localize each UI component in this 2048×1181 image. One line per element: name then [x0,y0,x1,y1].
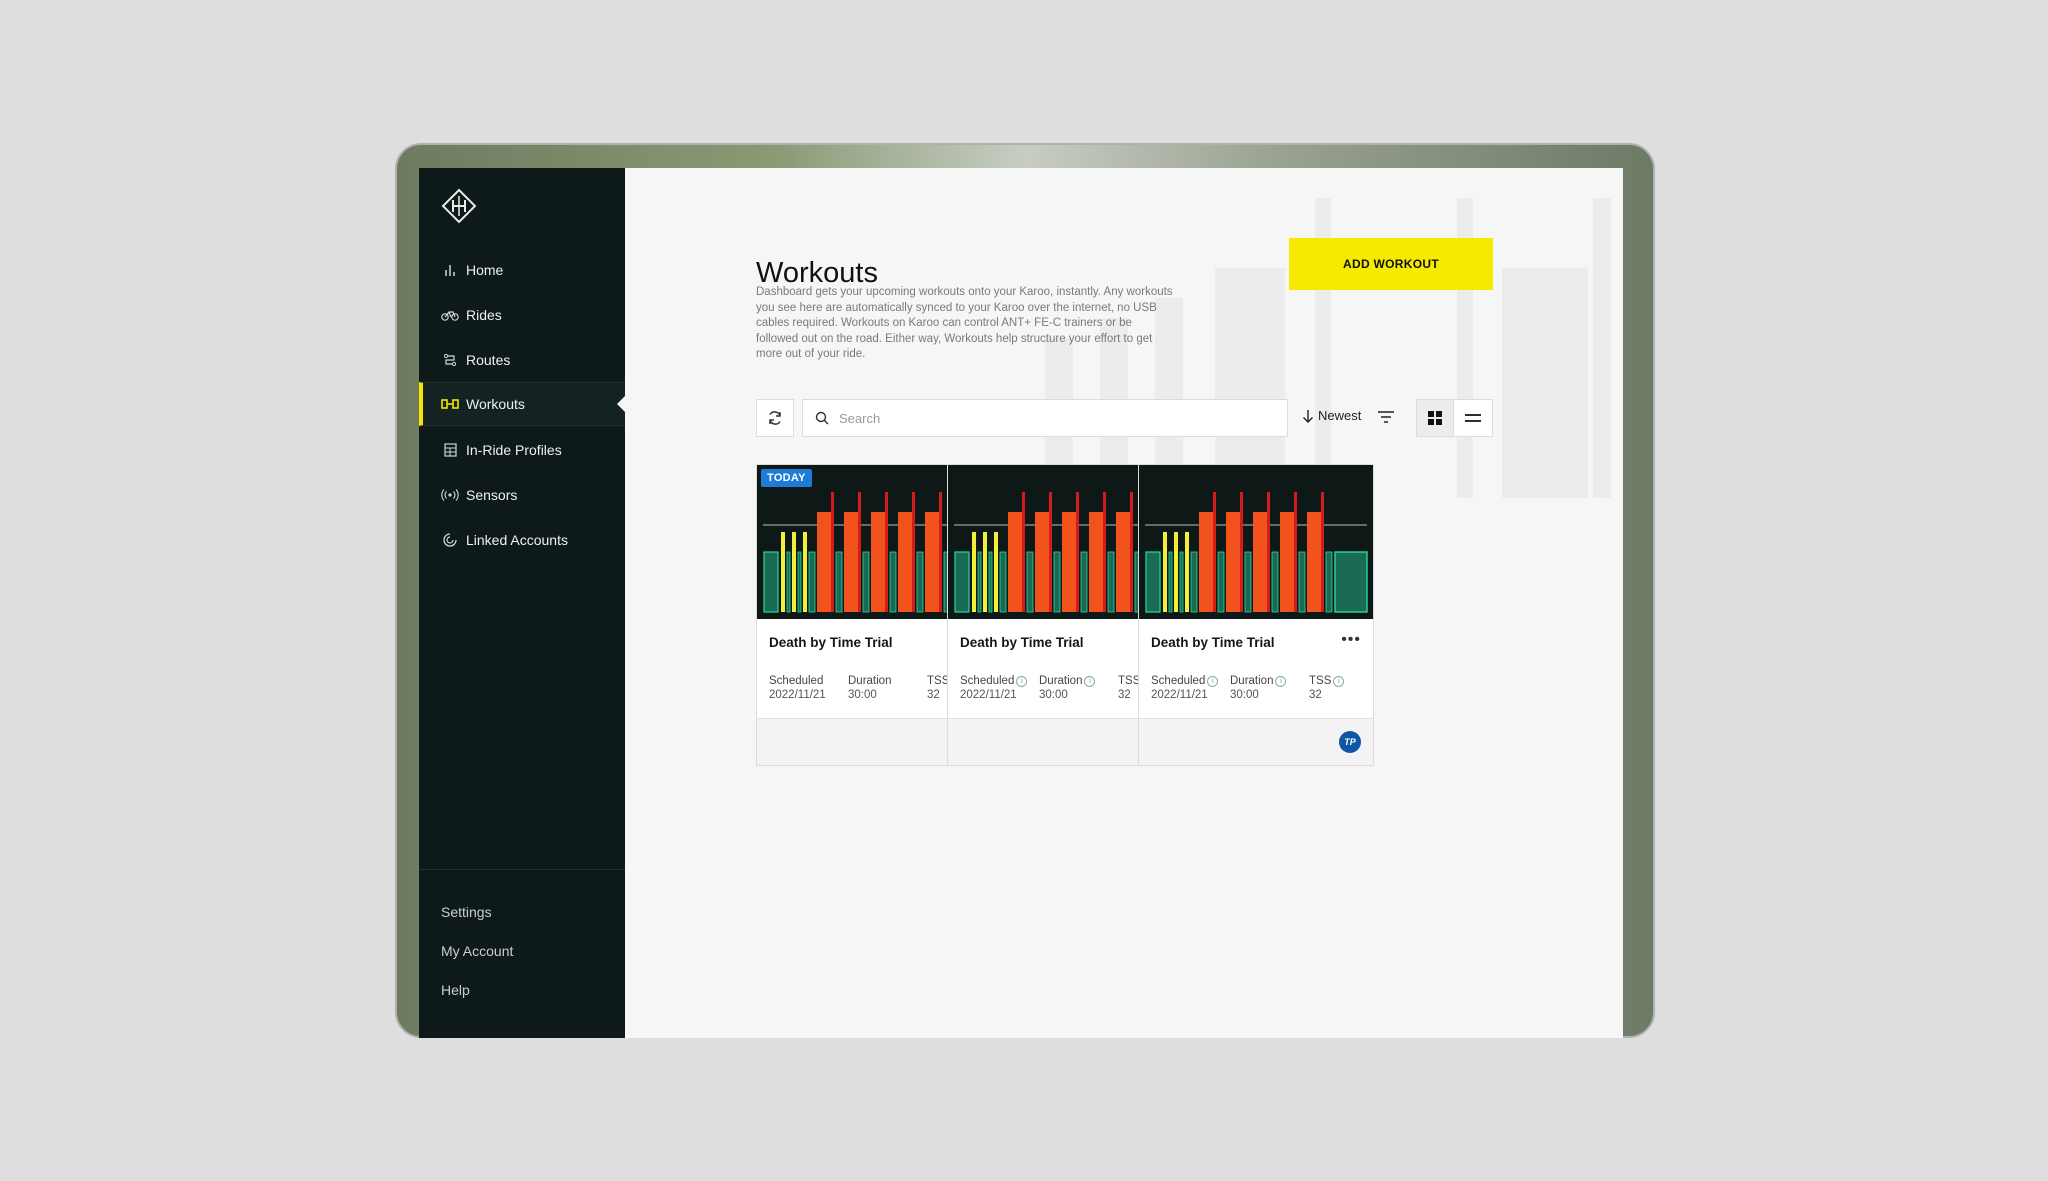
info-icon[interactable]: i [1275,675,1287,687]
duration-value: 30:00 [1039,689,1068,701]
settings-link[interactable]: Settings [441,904,492,920]
scheduled-stat: Scheduledi 2022/11/21 [769,675,826,701]
scheduled-value: 2022/11/21 [769,689,826,701]
my-account-link[interactable]: My Account [441,943,513,959]
workout-profile-chart [1139,465,1373,619]
app-screen: Home Rides Routes Workouts In-Ride Profi… [419,168,1623,1038]
search-input[interactable] [837,409,1261,427]
today-badge: TODAY [761,469,812,487]
duration-label: Duration [1230,675,1274,687]
sync-button[interactable] [756,399,794,437]
duration-value: 30:00 [1230,689,1259,701]
scheduled-label: Scheduled [1151,675,1206,687]
duration-label: Duration [848,675,892,687]
scheduled-stat: Scheduledi 2022/11/21 [1151,675,1219,701]
filter-icon [1378,411,1394,423]
scheduled-value: 2022/11/21 [960,689,1017,701]
more-options-icon[interactable]: ••• [1341,631,1361,649]
search-icon [815,411,829,425]
info-icon[interactable]: i [1207,675,1219,687]
search-field[interactable] [802,399,1288,437]
hammerhead-logo-icon[interactable] [441,188,477,224]
scheduled-stat: Scheduledi 2022/11/21 [960,675,1028,701]
duration-stat: Durationi 30:00 [1039,675,1096,701]
workout-title: Death by Time Trial [1151,635,1275,650]
add-workout-button[interactable]: ADD WORKOUT [1289,238,1493,290]
sensor-signal-icon [441,487,459,503]
duration-stat: Durationi 30:00 [1230,675,1287,701]
tss-label: TSS [1309,675,1332,687]
sidebar-item-label: Rides [466,307,502,323]
sidebar-item-rides[interactable]: Rides [419,293,625,337]
workout-card[interactable]: Death by Time Trial ••• Scheduledi 2022/… [1138,464,1374,766]
page-description: Dashboard gets your upcoming workouts on… [756,286,1173,361]
trainingpeaks-logo-icon: TP [1339,731,1361,753]
info-icon[interactable]: i [1333,675,1345,687]
filter-button[interactable] [1377,410,1395,429]
route-icon [441,352,459,368]
card-footer: TP [1139,718,1373,765]
sidebar-item-label: In-Ride Profiles [466,442,562,458]
workout-title: Death by Time Trial [960,635,1084,650]
duration-value: 30:00 [848,689,877,701]
tss-value: 32 [1309,689,1322,701]
sidebar-item-in-ride-profiles[interactable]: In-Ride Profiles [419,428,625,472]
tss-stat: TSSi 32 [1309,675,1345,701]
sidebar: Home Rides Routes Workouts In-Ride Profi… [419,168,626,1038]
help-link[interactable]: Help [441,982,470,998]
grid-view-icon [1428,411,1442,425]
sidebar-item-label: Home [466,262,504,278]
info-icon[interactable]: i [1084,675,1096,687]
duration-stat: Durationi 30:00 [848,675,891,701]
sidebar-item-label: Linked Accounts [466,532,568,548]
list-view-icon [1465,414,1481,422]
sidebar-item-sensors[interactable]: Sensors [419,473,625,517]
dumbbell-icon [441,396,459,412]
sort-label: Newest [1318,408,1362,423]
main-content: Workouts Dashboard gets your upcoming wo… [625,168,1623,1038]
sidebar-item-label: Sensors [466,487,518,503]
workout-title: Death by Time Trial [769,635,893,650]
bar-chart-icon [441,262,459,278]
grid-view-toggle[interactable] [1416,399,1454,437]
sidebar-divider [419,869,625,870]
sidebar-item-home[interactable]: Home [419,248,625,292]
scheduled-label: Scheduled [960,675,1015,687]
sidebar-item-label: Routes [466,352,511,368]
sync-icon [769,411,781,425]
list-view-toggle[interactable] [1453,399,1493,437]
scheduled-label: Scheduled [769,675,824,687]
sidebar-item-routes[interactable]: Routes [419,338,625,382]
sidebar-item-linked-accounts[interactable]: Linked Accounts [419,518,625,562]
scheduled-value: 2022/11/21 [1151,689,1208,701]
linked-accounts-icon [441,532,459,548]
sidebar-item-workouts[interactable]: Workouts [419,382,626,426]
info-icon[interactable]: i [1016,675,1028,687]
sidebar-item-label: Workouts [466,396,525,412]
arrow-down-icon [1303,409,1313,423]
profile-grid-icon [441,442,459,458]
duration-label: Duration [1039,675,1083,687]
sort-dropdown[interactable]: Newest [1302,408,1361,423]
bicycle-icon [441,307,459,323]
